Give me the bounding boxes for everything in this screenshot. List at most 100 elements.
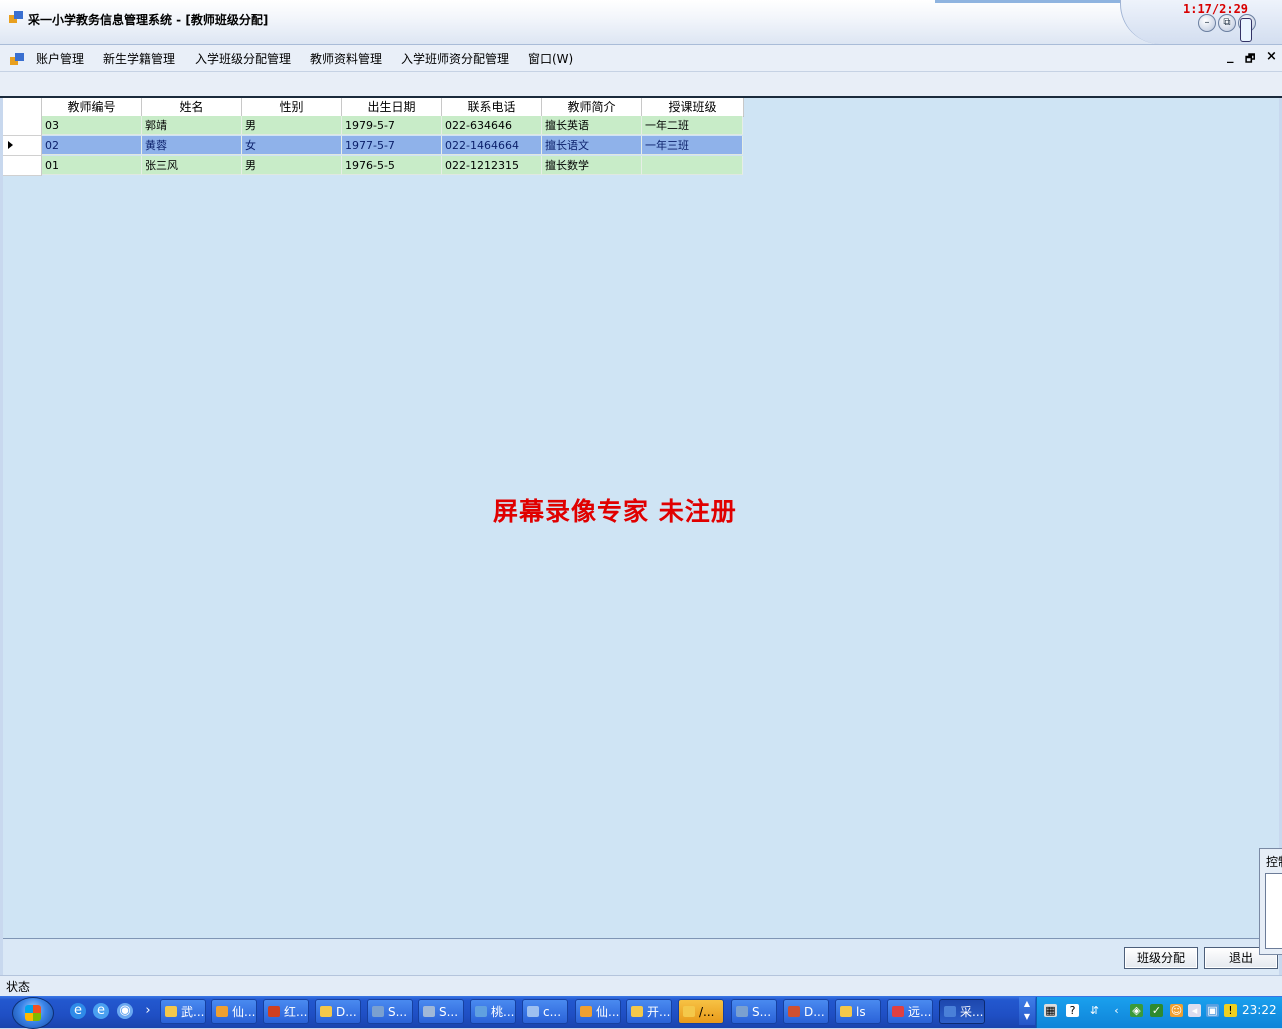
row-header[interactable] <box>3 116 42 136</box>
help-icon[interactable]: ? <box>1066 1004 1079 1017</box>
task-app-icon <box>892 1006 904 1017</box>
taskbar-task-button[interactable]: D... <box>783 999 829 1024</box>
grid-corner-header[interactable] <box>3 98 42 117</box>
cell-phone[interactable]: 022-1212315 <box>442 156 542 175</box>
quicklaunch-icon[interactable]: ◉ <box>117 1003 133 1019</box>
task-label: D... <box>336 1005 357 1019</box>
control-panel-body[interactable] <box>1265 873 1282 949</box>
col-header-name[interactable]: 姓名 <box>142 98 242 117</box>
control-panel-title: 控制 <box>1266 855 1282 869</box>
quicklaunch-expand-icon[interactable]: › <box>140 1003 156 1019</box>
menu-teacher-info[interactable]: 教师资料管理 <box>310 50 382 67</box>
task-label: c... <box>543 1005 562 1019</box>
task-app-icon <box>527 1006 539 1017</box>
taskbar-task-button[interactable]: ls <box>835 999 881 1024</box>
cell-gender[interactable]: 男 <box>242 116 342 135</box>
taskbar-clock[interactable]: 23:22 <box>1242 1003 1277 1017</box>
cell-name[interactable]: 张三风 <box>142 156 242 175</box>
cell-intro[interactable]: 擅长语文 <box>542 136 642 155</box>
ie-icon[interactable]: e <box>70 1003 86 1019</box>
network-icon[interactable]: ◈ <box>1130 1004 1143 1017</box>
col-header-class[interactable]: 授课班级 <box>642 98 744 117</box>
cell-class[interactable]: 一年三班 <box>642 136 743 155</box>
keyboard-icon[interactable]: ▦ <box>1044 1004 1057 1017</box>
taskbar-task-button[interactable]: S... <box>418 999 464 1024</box>
task-label: S... <box>439 1005 459 1019</box>
task-label: ls <box>856 1005 866 1019</box>
volume-icon[interactable]: ◂ <box>1188 1004 1201 1017</box>
cell-gender[interactable]: 男 <box>242 156 342 175</box>
menu-account[interactable]: 账户管理 <box>36 50 84 67</box>
col-header-teacher-id[interactable]: 教师编号 <box>42 98 142 117</box>
ime-icon[interactable]: ⇵ <box>1088 1004 1101 1017</box>
start-button[interactable] <box>12 997 54 1029</box>
col-header-gender[interactable]: 性别 <box>242 98 342 117</box>
menu-teacher-assign[interactable]: 入学班师资分配管理 <box>401 50 509 67</box>
taskbar-task-button[interactable]: 远... <box>887 999 933 1024</box>
table-row-selected[interactable]: 02 黄蓉 女 1977-5-7 022-1464664 擅长语文 一年三班 <box>3 136 743 156</box>
taskbar-task-button[interactable]: 仙... <box>211 999 257 1024</box>
cell-phone[interactable]: 022-1464664 <box>442 136 542 155</box>
mdi-restore-button[interactable]: 🗗 <box>1245 50 1255 69</box>
recorder-clock: 1:17/2:29 <box>1183 2 1249 16</box>
taskbar-task-button[interactable]: S... <box>731 999 777 1024</box>
cell-birth-date[interactable]: 1979-5-7 <box>342 116 442 135</box>
task-label: S... <box>752 1005 772 1019</box>
cell-class[interactable]: 一年二班 <box>642 116 743 135</box>
menu-new-student[interactable]: 新生学籍管理 <box>103 50 175 67</box>
menu-window[interactable]: 窗口(W) <box>528 50 573 67</box>
task-label: /... <box>699 1005 715 1019</box>
taskbar-task-button[interactable]: /... <box>678 999 724 1024</box>
taskbar-task-button[interactable]: 红... <box>263 999 309 1024</box>
row-header[interactable] <box>3 136 42 156</box>
security-icon[interactable]: ✓ <box>1150 1004 1163 1017</box>
taskbar-scroll-arrows[interactable]: ▲ ▼ <box>1019 997 1035 1025</box>
task-label: 武... <box>181 1005 205 1019</box>
taskbar-task-button[interactable]: 桃... <box>470 999 516 1024</box>
row-header[interactable] <box>3 156 42 176</box>
minimize-button[interactable]: – <box>1198 14 1216 32</box>
cell-intro[interactable]: 擅长英语 <box>542 116 642 135</box>
window-titlebar[interactable]: 采一小学教务信息管理系统 - [教师班级分配] <box>0 0 1282 45</box>
taskbar-task-button[interactable]: c... <box>522 999 568 1024</box>
taskbar-task-button[interactable]: 采... <box>939 999 985 1024</box>
task-app-icon <box>372 1006 384 1017</box>
table-row[interactable]: 01 张三风 男 1976-5-5 022-1212315 擅长数学 <box>3 156 743 176</box>
task-label: 仙... <box>596 1005 620 1019</box>
taskbar-task-button[interactable]: S... <box>367 999 413 1024</box>
connection-icon[interactable]: ▣ <box>1206 1004 1219 1017</box>
task-label: 开... <box>647 1005 671 1019</box>
taskbar-task-button[interactable]: 仙... <box>575 999 621 1024</box>
assign-class-button[interactable]: 班级分配 <box>1124 947 1198 969</box>
taskbar-task-button[interactable]: D... <box>315 999 361 1024</box>
col-header-phone[interactable]: 联系电话 <box>442 98 542 117</box>
cell-class[interactable] <box>642 156 743 175</box>
taskbar-task-button[interactable]: 武... <box>160 999 206 1024</box>
cell-name[interactable]: 郭靖 <box>142 116 242 135</box>
cell-birth-date[interactable]: 1977-5-7 <box>342 136 442 155</box>
table-row[interactable]: 03 郭靖 男 1979-5-7 022-634646 擅长英语 一年二班 <box>3 116 743 136</box>
cell-intro[interactable]: 擅长数学 <box>542 156 642 175</box>
col-header-birth-date[interactable]: 出生日期 <box>342 98 442 117</box>
menu-class-assign[interactable]: 入学班级分配管理 <box>195 50 291 67</box>
tray-expand-icon[interactable]: ‹ <box>1110 1004 1123 1017</box>
cell-gender[interactable]: 女 <box>242 136 342 155</box>
task-app-icon <box>165 1006 177 1017</box>
taskbar-task-button[interactable]: 开... <box>626 999 672 1024</box>
maximize-button[interactable]: ⧉ <box>1218 14 1236 32</box>
browser-icon[interactable]: e <box>93 1003 109 1019</box>
row-selector-arrow-icon <box>8 141 13 149</box>
cell-teacher-id[interactable]: 01 <box>42 156 142 175</box>
cell-birth-date[interactable]: 1976-5-5 <box>342 156 442 175</box>
qq-icon[interactable]: ☺ <box>1170 1004 1183 1017</box>
mdi-child-icon[interactable] <box>10 53 24 65</box>
col-header-intro[interactable]: 教师简介 <box>542 98 642 117</box>
cell-teacher-id[interactable]: 02 <box>42 136 142 155</box>
warning-icon[interactable]: ! <box>1224 1004 1237 1017</box>
mdi-close-button[interactable]: × <box>1266 49 1277 64</box>
cell-teacher-id[interactable]: 03 <box>42 116 142 135</box>
mdi-minimize-button[interactable]: _ <box>1227 49 1234 64</box>
cell-phone[interactable]: 022-634646 <box>442 116 542 135</box>
task-app-icon <box>216 1006 228 1017</box>
cell-name[interactable]: 黄蓉 <box>142 136 242 155</box>
